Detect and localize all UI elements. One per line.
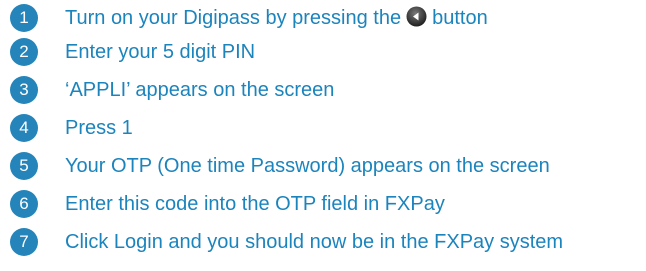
step-3: 3 ‘APPLI’ appears on the screen: [0, 72, 646, 104]
step-7: 7 Click Login and you should now be in t…: [0, 224, 646, 256]
step-4: 4 Press 1: [0, 110, 646, 142]
power-button-icon: [406, 6, 427, 27]
step-number-badge: 6: [10, 190, 38, 218]
step-number-badge: 4: [10, 114, 38, 142]
step-2: 2 Enter your 5 digit PIN: [0, 34, 646, 66]
step-1: 1 Turn on your Digipass by pressing the …: [0, 0, 646, 32]
step-text: Enter this code into the OTP field in FX…: [65, 193, 445, 215]
step-6: 6 Enter this code into the OTP field in …: [0, 186, 646, 218]
step-number-badge: 3: [10, 76, 38, 104]
step-text: Turn on your Digipass by pressing the bu…: [65, 4, 488, 32]
step-5: 5 Your OTP (One time Password) appears o…: [0, 148, 646, 180]
step-number-badge: 1: [10, 4, 38, 32]
step-text: Click Login and you should now be in the…: [65, 231, 564, 253]
step-text: Press 1: [65, 117, 133, 139]
step-number-badge: 2: [10, 38, 38, 66]
step-text-before-icon: Turn on your Digipass by pressing the: [65, 7, 402, 29]
step-text: Enter your 5 digit PIN: [65, 41, 256, 63]
step-text: Your OTP (One time Password) appears on …: [65, 155, 550, 177]
step-number-badge: 7: [10, 228, 38, 256]
step-text: ‘APPLI’ appears on the screen: [65, 79, 335, 101]
step-number-badge: 5: [10, 152, 38, 180]
step-text-after-icon: button: [432, 7, 488, 29]
